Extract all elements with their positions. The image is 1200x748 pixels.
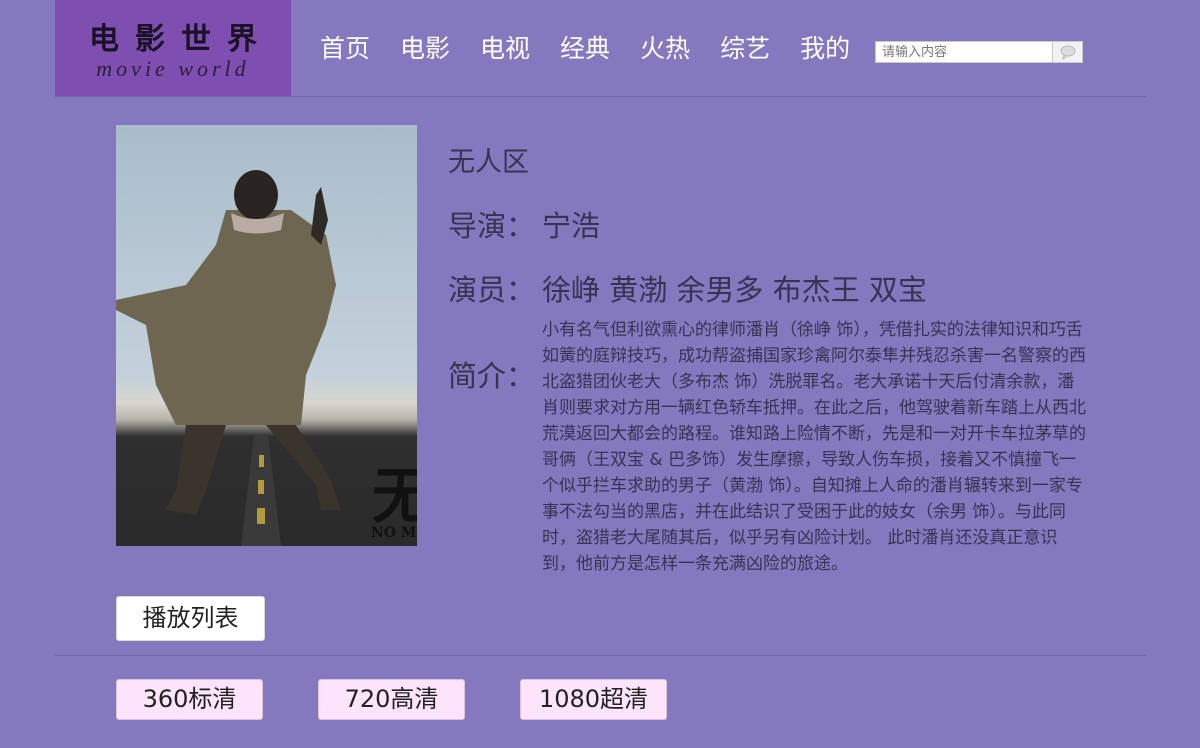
- header-divider: [55, 96, 1146, 97]
- quality-720-button[interactable]: 720高清: [318, 679, 465, 720]
- playlist-divider: [55, 655, 1146, 656]
- nav-hot[interactable]: 火热: [640, 30, 690, 68]
- quality-1080-button[interactable]: 1080超清: [520, 679, 667, 720]
- movie-poster: 无 NO M: [116, 125, 417, 546]
- nav-classic[interactable]: 经典: [560, 30, 610, 68]
- nav-variety[interactable]: 综艺: [720, 30, 770, 68]
- director-value: 宁浩: [542, 209, 601, 243]
- poster-title-text: 无: [372, 462, 417, 532]
- search-icon: [1060, 45, 1075, 60]
- logo-chinese-text: 电影世界: [89, 22, 273, 57]
- intro-label: 简介：: [448, 359, 536, 393]
- actors-row: 演员： 徐峥 黄渤 余男多 布杰王 双宝: [448, 267, 927, 309]
- nav-tv[interactable]: 电视: [480, 30, 530, 68]
- director-label: 导演：: [448, 209, 536, 243]
- movie-title: 无人区: [448, 147, 529, 178]
- nav-movie[interactable]: 电影: [400, 30, 450, 68]
- actors-label: 演员：: [448, 273, 536, 307]
- site-logo[interactable]: 电影世界 movie world: [55, 0, 291, 96]
- main-nav: 首页 电影 电视 经典 火热 综艺 我的: [320, 30, 880, 68]
- search-input[interactable]: [876, 42, 1052, 62]
- nav-mine[interactable]: 我的: [800, 30, 850, 68]
- poster-english-text: NO M: [371, 525, 416, 541]
- director-row: 导演： 宁浩: [448, 203, 600, 245]
- intro-text: 小有名气但利欲熏心的律师潘肖（徐峥 饰），凭借扎实的法律知识和巧舌如簧的庭辩技巧…: [542, 320, 1086, 574]
- quality-360-button[interactable]: 360标清: [116, 679, 263, 720]
- nav-home[interactable]: 首页: [320, 30, 370, 68]
- search-box: [875, 41, 1083, 63]
- actors-value: 徐峥 黄渤 余男多 布杰王 双宝: [542, 273, 927, 307]
- search-button[interactable]: [1052, 42, 1082, 62]
- playlist-button[interactable]: 播放列表: [116, 596, 265, 641]
- logo-english-text: movie world: [96, 56, 250, 81]
